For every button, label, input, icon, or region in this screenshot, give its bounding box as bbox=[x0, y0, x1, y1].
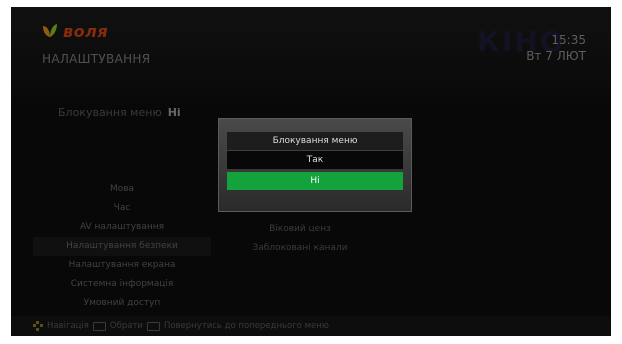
menu-lock-dialog: Блокування меню Так Ні bbox=[218, 118, 412, 212]
option-no[interactable]: Ні bbox=[227, 172, 403, 190]
option-yes[interactable]: Так bbox=[227, 151, 403, 169]
tv-screen: воля КІНО НАЛАШТУВАННЯ 15:35 Вт 7 ЛЮТ Бл… bbox=[11, 7, 611, 336]
dialog-title: Блокування меню bbox=[227, 132, 403, 150]
